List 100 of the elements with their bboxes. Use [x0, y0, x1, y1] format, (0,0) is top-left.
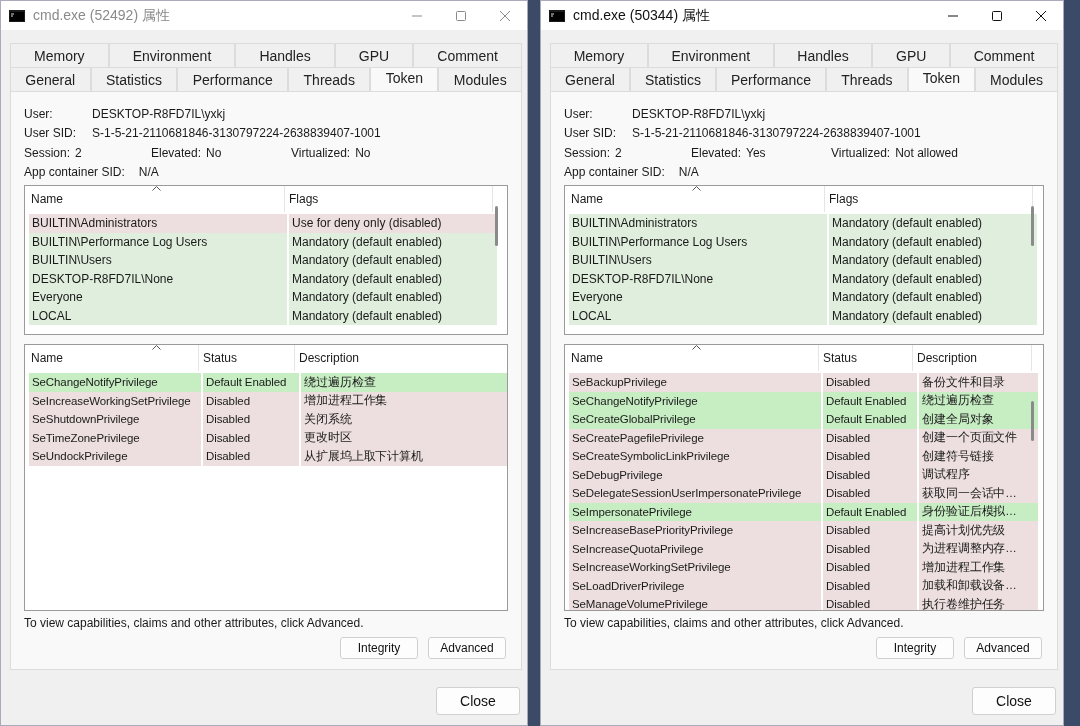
- column-header[interactable]: Status: [199, 345, 295, 371]
- list-row[interactable]: SeChangeNotifyPrivilege Default Enabled 绕过遍历检查: [569, 391, 1043, 410]
- list-row[interactable]: SeCreatePagefilePrivilege Disabled 创建一个页面文件: [569, 428, 1043, 447]
- list-row[interactable]: BUILTIN\Administrators Mandatory (default enabled): [569, 214, 1043, 233]
- list-row[interactable]: SeDebugPrivilege Disabled 调试程序: [569, 465, 1043, 484]
- tab[interactable]: Comment: [413, 43, 523, 67]
- column-header[interactable]: Flags: [285, 186, 493, 212]
- sort-caret-icon: [152, 186, 161, 191]
- list-row[interactable]: SeBackupPrivilege Disabled 备份文件和目录: [569, 373, 1043, 392]
- table-cell: SeBackupPrivilege: [569, 373, 821, 392]
- dialog-button[interactable]: Advanced: [428, 637, 506, 659]
- close-button[interactable]: Close: [972, 687, 1056, 715]
- list-row[interactable]: LOCAL Mandatory (default enabled): [29, 306, 507, 325]
- table-cell: 执行卷维护任务: [919, 595, 1038, 610]
- tab[interactable]: GPU: [872, 43, 950, 67]
- table-cell: Use for deny only (disabled): [289, 214, 497, 233]
- list-row[interactable]: Everyone Mandatory (default enabled): [29, 288, 507, 307]
- table-cell: Everyone: [569, 288, 827, 307]
- tab[interactable]: Statistics: [629, 67, 716, 91]
- tab[interactable]: Comment: [950, 43, 1058, 67]
- tab[interactable]: Statistics: [90, 67, 178, 91]
- tab[interactable]: General: [550, 67, 630, 91]
- tab[interactable]: Token: [370, 67, 439, 91]
- tab[interactable]: Memory: [550, 43, 648, 67]
- list-row[interactable]: SeIncreaseQuotaPrivilege Disabled 为进程调整内存…: [569, 539, 1043, 558]
- tab[interactable]: Performance: [177, 67, 289, 91]
- maximize-icon[interactable]: [991, 9, 1003, 22]
- tab[interactable]: Token: [907, 67, 975, 91]
- tab[interactable]: Threads: [288, 67, 371, 91]
- list-row[interactable]: BUILTIN\Administrators Use for deny only (disabled): [29, 214, 507, 233]
- field-value: N/A: [138, 165, 159, 180]
- column-header[interactable]: Name: [27, 186, 285, 212]
- list-row[interactable]: SeIncreaseWorkingSetPrivilege Disabled 增加进程工作集: [569, 558, 1043, 577]
- scrollbar-thumb-icon[interactable]: [495, 206, 498, 246]
- column-header[interactable]: Description: [295, 345, 507, 371]
- table-cell: Default Enabled: [203, 373, 299, 392]
- tab[interactable]: Handles: [773, 43, 873, 67]
- table-cell: SeManageVolumePrivilege: [569, 595, 821, 610]
- close-button[interactable]: Close: [436, 687, 520, 715]
- field-label: Session:: [564, 145, 611, 160]
- field-value: N/A: [678, 165, 699, 180]
- table-cell: Mandatory (default enabled): [829, 251, 1037, 270]
- list-row[interactable]: Everyone Mandatory (default enabled): [569, 288, 1043, 307]
- table-cell: Disabled: [823, 484, 917, 503]
- table-cell: 关闭系统: [301, 410, 507, 429]
- list-row[interactable]: SeUndockPrivilege Disabled 从扩展坞上取下计算机: [29, 447, 507, 466]
- list-row[interactable]: SeCreateSymbolicLinkPrivilege Disabled 创建符号链接: [569, 447, 1043, 466]
- list-row[interactable]: SeCreateGlobalPrivilege Default Enabled 创建全局对象: [569, 410, 1043, 429]
- column-header[interactable]: Description: [913, 345, 1032, 371]
- column-header[interactable]: Name: [27, 345, 199, 371]
- tab[interactable]: Modules: [975, 67, 1058, 91]
- dialog-button[interactable]: Advanced: [964, 637, 1042, 659]
- close-icon[interactable]: [1035, 9, 1047, 22]
- tab[interactable]: GPU: [334, 43, 414, 67]
- table-cell: SeChangeNotifyPrivilege: [29, 373, 201, 392]
- table-cell: 提高计划优先级: [919, 521, 1038, 540]
- field-value: No: [206, 145, 222, 160]
- list-row[interactable]: SeManageVolumePrivilege Disabled 执行卷维护任务: [569, 595, 1043, 610]
- table-cell: Everyone: [29, 288, 287, 307]
- table-cell: SeCreateGlobalPrivilege: [569, 410, 821, 429]
- list-row[interactable]: SeShutdownPrivilege Disabled 关闭系统: [29, 410, 507, 429]
- tab[interactable]: Threads: [826, 67, 908, 91]
- field-value: Yes: [746, 145, 766, 160]
- column-header[interactable]: Name: [567, 186, 825, 212]
- table-cell: SeUndockPrivilege: [29, 447, 201, 466]
- table-cell: SeDelegateSessionUserImpersonatePrivilege: [569, 484, 821, 503]
- tab[interactable]: General: [10, 67, 91, 91]
- list-row[interactable]: BUILTIN\Users Mandatory (default enabled): [569, 251, 1043, 270]
- list-row[interactable]: LOCAL Mandatory (default enabled): [569, 306, 1043, 325]
- tab[interactable]: Handles: [235, 43, 335, 67]
- list-row[interactable]: BUILTIN\Users Mandatory (default enabled): [29, 251, 507, 270]
- tab[interactable]: Memory: [10, 43, 109, 67]
- list-row[interactable]: SeImpersonatePrivilege Default Enabled 身份验证后模拟…: [569, 502, 1043, 521]
- list-row[interactable]: DESKTOP-R8FD7IL\None Mandatory (default enabled): [569, 269, 1043, 288]
- field-label: Virtualized:: [291, 145, 351, 160]
- list-row[interactable]: SeIncreaseBasePriorityPrivilege Disabled 提高计划优先级: [569, 521, 1043, 540]
- list-row[interactable]: SeDelegateSessionUserImpersonatePrivilege Disabled 获取同一会话中…: [569, 484, 1043, 503]
- column-header[interactable]: Status: [819, 345, 913, 371]
- list-row[interactable]: SeChangeNotifyPrivilege Default Enabled 绕过遍历检查: [29, 373, 507, 392]
- table-cell: SeCreateSymbolicLinkPrivilege: [569, 447, 821, 466]
- list-row[interactable]: SeIncreaseWorkingSetPrivilege Disabled 增加进程工作集: [29, 391, 507, 410]
- list-row[interactable]: DESKTOP-R8FD7IL\None Mandatory (default enabled): [29, 269, 507, 288]
- scrollbar-thumb-icon[interactable]: [1031, 206, 1034, 246]
- list-row[interactable]: SeTimeZonePrivilege Disabled 更改时区: [29, 428, 507, 447]
- tab[interactable]: Modules: [438, 67, 523, 91]
- dialog-button[interactable]: Integrity: [876, 637, 954, 659]
- sort-caret-icon: [152, 345, 161, 350]
- tab[interactable]: Environment: [647, 43, 774, 67]
- column-header[interactable]: Name: [567, 345, 819, 371]
- list-row[interactable]: BUILTIN\Performance Log Users Mandatory (default enabled): [29, 232, 507, 251]
- table-cell: Mandatory (default enabled): [289, 288, 497, 307]
- list-row[interactable]: SeLoadDriverPrivilege Disabled 加载和卸载设备…: [569, 576, 1043, 595]
- tab[interactable]: Environment: [108, 43, 236, 67]
- tab[interactable]: Performance: [715, 67, 827, 91]
- table-cell: Disabled: [823, 558, 917, 577]
- list-row[interactable]: BUILTIN\Performance Log Users Mandatory (default enabled): [569, 232, 1043, 251]
- field-value: No: [355, 145, 371, 160]
- sort-caret-icon: [692, 345, 701, 350]
- dialog-button[interactable]: Integrity: [340, 637, 418, 659]
- table-cell: SeShutdownPrivilege: [29, 410, 201, 429]
